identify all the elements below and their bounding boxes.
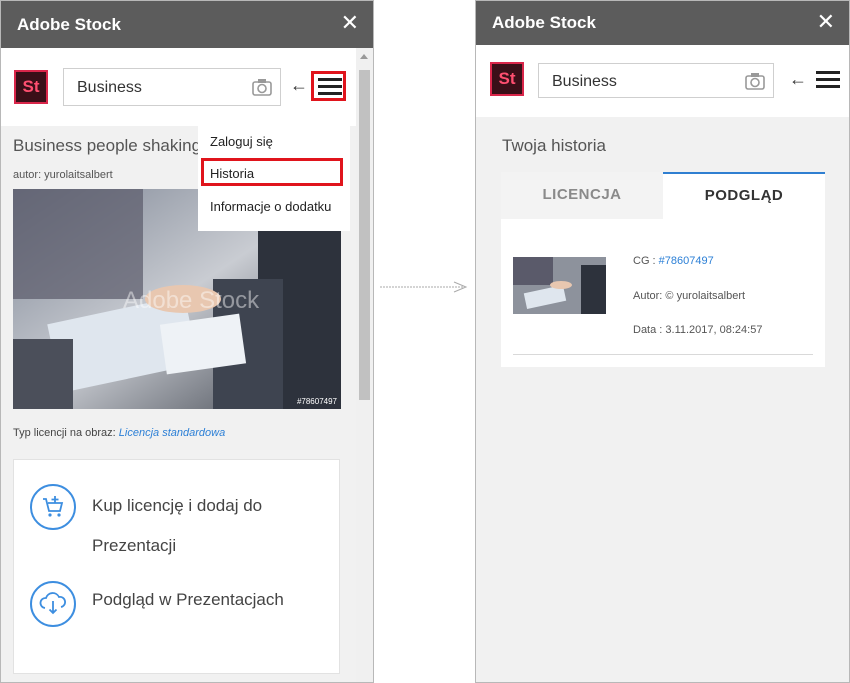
- actions-card: Kup licencję i dodaj do Prezentacji Podg…: [13, 459, 340, 674]
- adobe-stock-logo: St: [490, 62, 524, 96]
- close-icon[interactable]: ✕: [817, 11, 835, 33]
- scrollbar[interactable]: [356, 48, 373, 682]
- menu-highlight: [311, 71, 346, 101]
- search-row: St Business ←: [476, 45, 849, 117]
- close-icon[interactable]: ✕: [341, 12, 359, 34]
- menu-item-login[interactable]: Zaloguj się: [210, 134, 273, 149]
- back-arrow-icon[interactable]: ←: [789, 69, 807, 90]
- entry-date: Data : 3.11.2017, 08:24:57: [633, 324, 763, 336]
- menu-item-about[interactable]: Informacje o dodatku: [210, 199, 331, 214]
- scroll-thumb[interactable]: [359, 70, 370, 400]
- camera-icon[interactable]: [252, 78, 272, 96]
- search-input[interactable]: Business: [538, 63, 774, 98]
- image-author: autor: yurolaitsalbert: [13, 169, 113, 181]
- buy-license-label: Kup licencję i dodaj do Prezentacji: [92, 496, 263, 555]
- search-row: St Business ←: [1, 48, 356, 126]
- history-card: LICENCJA PODGLĄD CG : #78607497 Autor: ©…: [501, 172, 825, 367]
- watermark: Adobe Stock: [123, 287, 260, 314]
- cg-label: CG :: [633, 255, 659, 267]
- buy-license-button[interactable]: Kup licencję i dodaj do Prezentacji: [30, 486, 331, 566]
- license-label: Typ licencji na obraz:: [13, 427, 119, 439]
- search-value: Business: [77, 79, 142, 96]
- cg-link[interactable]: #78607497: [659, 255, 714, 267]
- history-title: Twoja historia: [502, 136, 606, 155]
- adobe-stock-logo: St: [14, 70, 48, 104]
- title-bar: Adobe Stock ✕: [476, 1, 849, 45]
- app-title: Adobe Stock: [17, 15, 121, 34]
- hamburger-icon[interactable]: [816, 71, 840, 89]
- entry-cg: CG : #78607497: [633, 255, 714, 267]
- search-input[interactable]: Business: [63, 68, 281, 106]
- dropdown-menu: Zaloguj się Historia Informacje o dodatk…: [198, 123, 350, 231]
- license-type: Typ licencji na obraz: Licencja standard…: [13, 427, 225, 439]
- tab-license[interactable]: LICENCJA: [501, 172, 663, 219]
- image-id: #78607497: [296, 397, 337, 406]
- preview-button[interactable]: Podgląd w Prezentacjach: [92, 590, 284, 610]
- cloud-download-icon[interactable]: [30, 581, 76, 627]
- app-title: Adobe Stock: [492, 13, 596, 32]
- history-highlight: [201, 158, 343, 186]
- entry-author: Autor: © yurolaitsalbert: [633, 290, 746, 302]
- search-value: Business: [552, 73, 617, 90]
- back-arrow-icon[interactable]: ←: [290, 75, 308, 96]
- tabs: LICENCJA PODGLĄD: [501, 172, 825, 219]
- scroll-up-icon[interactable]: [360, 54, 368, 59]
- right-panel: Adobe Stock ✕ St Business ← Twoja histor…: [475, 0, 850, 683]
- left-panel: Adobe Stock ✕ St Business ← Business peo…: [0, 0, 374, 683]
- title-bar: Adobe Stock ✕: [1, 1, 373, 48]
- camera-icon[interactable]: [745, 72, 765, 90]
- license-link[interactable]: Licencja standardowa: [119, 427, 225, 439]
- tab-preview[interactable]: PODGLĄD: [663, 172, 825, 219]
- divider: [513, 354, 813, 355]
- transition-arrow: [380, 281, 468, 293]
- history-thumbnail[interactable]: [513, 257, 606, 314]
